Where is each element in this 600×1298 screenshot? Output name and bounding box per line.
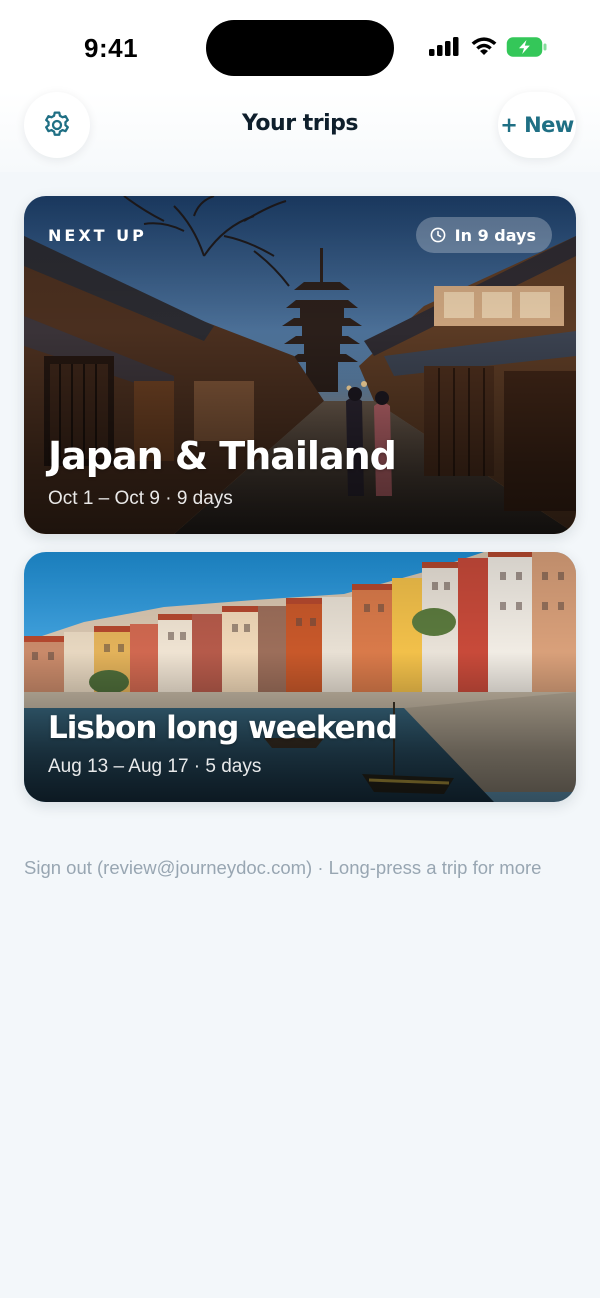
trip-dates: Aug 13 – Aug 17 · 5 days [48, 756, 262, 777]
sign-out-link[interactable]: Sign out (review@journeydoc.com) · Long-… [24, 856, 564, 879]
trip-dates: Oct 1 – Oct 9 · 9 days [48, 488, 233, 509]
header: Your trips + New [0, 92, 600, 172]
trip-card-lisbon[interactable]: Lisbon long weekend Aug 13 – Aug 17 · 5 … [24, 552, 576, 802]
trip-card-japan[interactable]: NEXT UP In 9 days Japan & Thailand Oct 1… [24, 196, 576, 534]
battery-charging-icon [506, 37, 547, 57]
trip-title: Japan & Thailand [48, 434, 397, 478]
trip-title: Lisbon long weekend [48, 710, 398, 746]
countdown-text: In 9 days [454, 225, 536, 245]
next-up-badge: NEXT UP [48, 226, 147, 245]
countdown-pill: In 9 days [415, 217, 552, 253]
dynamic-island [206, 20, 394, 76]
status-bar: 9:41 [0, 0, 600, 92]
new-trip-button[interactable]: + New [498, 92, 576, 158]
cellular-signal-icon [429, 37, 459, 56]
wifi-icon [471, 37, 497, 55]
status-time: 9:41 [84, 33, 139, 63]
clock-icon [430, 227, 446, 243]
